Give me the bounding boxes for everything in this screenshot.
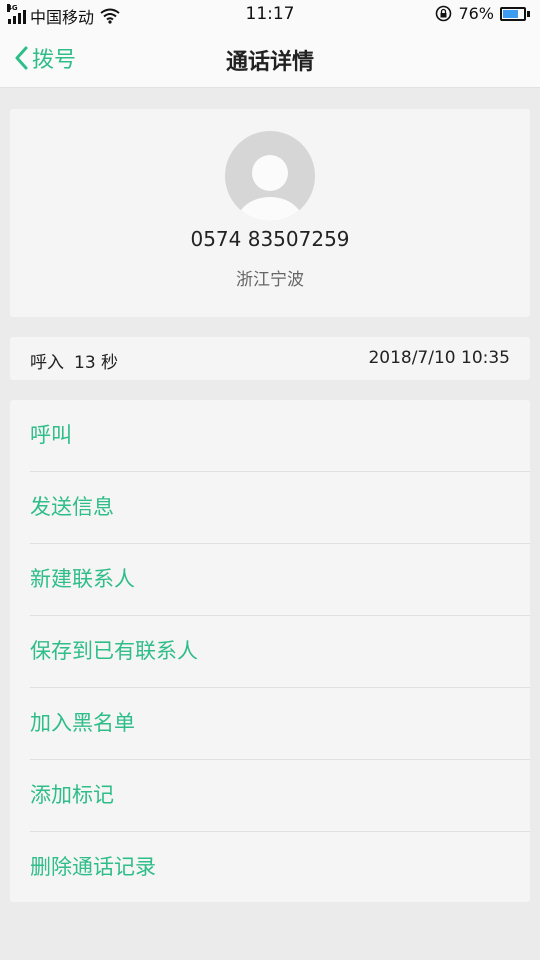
phone-location: 浙江宁波 [236, 270, 304, 290]
call-direction: 呼入 [30, 353, 64, 373]
contact-card: 0574 83507259 浙江宁波 [10, 109, 530, 317]
send-message-button[interactable]: 发送信息 [30, 472, 530, 544]
status-right: 76% [435, 4, 530, 23]
battery-percent: 76% [458, 4, 494, 23]
call-button[interactable]: 呼叫 [30, 400, 530, 472]
avatar [225, 131, 315, 221]
page-title: 通话详情 [225, 50, 314, 75]
call-type: 呼入 13 秒 [30, 348, 118, 373]
battery-icon [500, 6, 530, 21]
add-tag-button[interactable]: 添加标记 [30, 760, 530, 832]
delete-call-record-button[interactable]: 删除通话记录 [30, 832, 530, 904]
save-to-existing-contact-button[interactable]: 保存到已有联系人 [30, 616, 530, 688]
call-datetime: 2018/7/10 10:35 [368, 348, 510, 368]
call-record: 呼入 13 秒 2018/7/10 10:35 [10, 337, 530, 380]
phone-number: 0574 83507259 [190, 227, 350, 251]
call-duration: 13 秒 [74, 353, 119, 373]
battery-fill [503, 9, 519, 18]
add-to-blacklist-button[interactable]: 加入黑名单 [30, 688, 530, 760]
status-bar: 4G 中国移动 11:17 76% [0, 0, 540, 28]
rotation-lock-icon [436, 5, 452, 22]
actions-list: 呼叫 发送信息 新建联系人 保存到已有联系人 加入黑名单 添加标记 删除通话记录 [10, 400, 530, 902]
new-contact-button[interactable]: 新建联系人 [30, 544, 530, 616]
app-header: 拨号 通话详情 [0, 28, 540, 88]
